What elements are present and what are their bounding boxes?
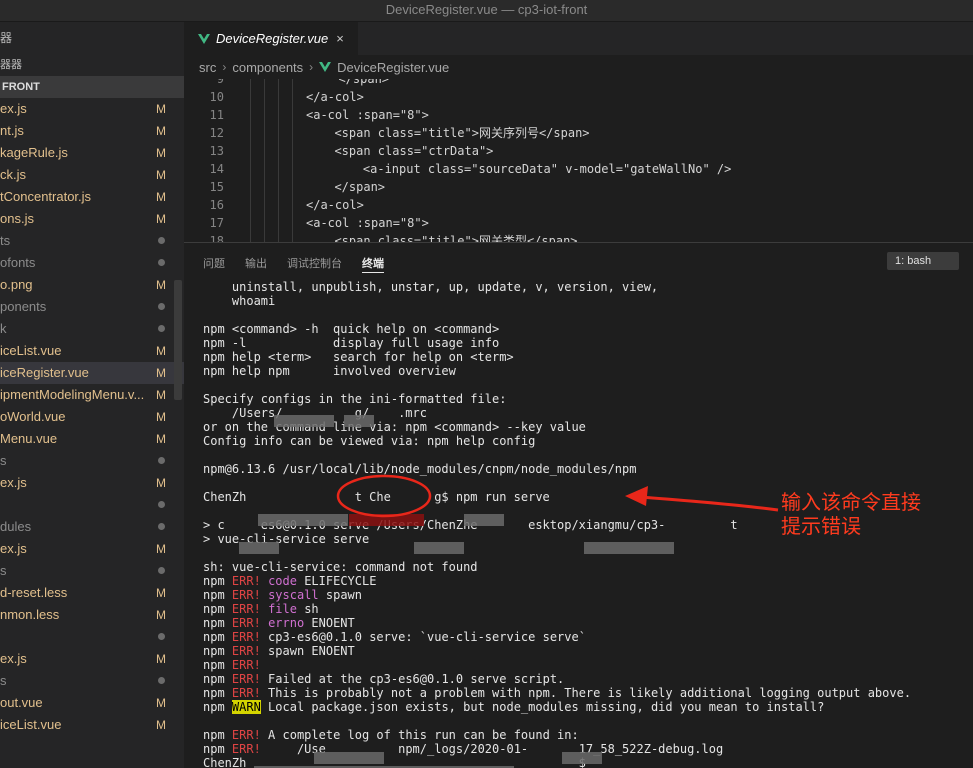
annotation-arrow <box>639 495 779 512</box>
annotation-line: 提示错误 <box>781 516 861 538</box>
annotation-circle <box>336 474 432 518</box>
annotation-note: 输入该命令直接 提示错误 <box>781 491 971 539</box>
annotation-line: 输入该命令直接 <box>781 492 921 514</box>
arrowhead-icon <box>625 486 648 506</box>
annotation-overlay <box>336 474 779 518</box>
